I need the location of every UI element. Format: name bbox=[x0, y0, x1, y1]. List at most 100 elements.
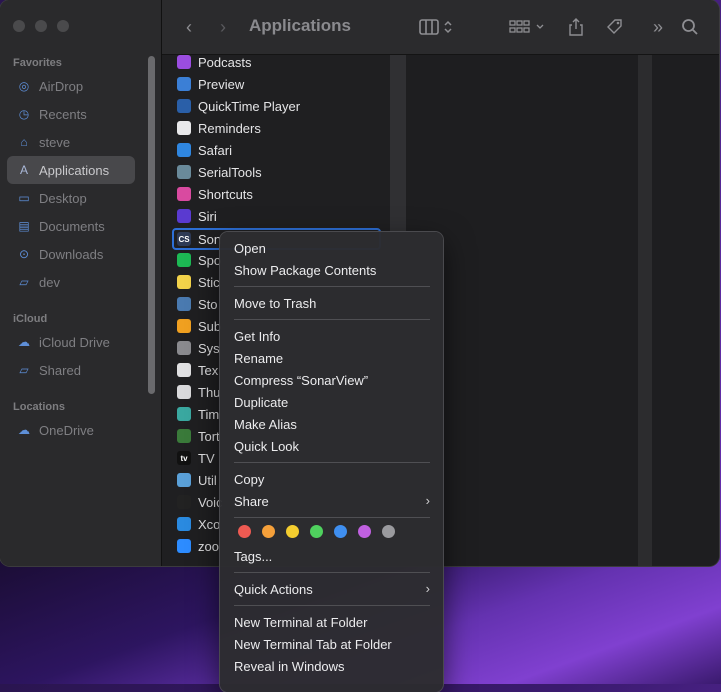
file-item[interactable]: tv TV bbox=[177, 447, 215, 469]
tag-color-dot[interactable] bbox=[262, 525, 275, 538]
file-item[interactable]: Reminders bbox=[177, 117, 261, 139]
menu-item-label: Duplicate bbox=[234, 394, 289, 410]
sidebar-item-dev[interactable]: ▱ dev bbox=[7, 268, 135, 296]
menu-item-new-terminal-tab-at-folder[interactable]: New Terminal Tab at Folder bbox=[234, 633, 430, 655]
file-name: Tim bbox=[198, 406, 220, 422]
app-icon bbox=[177, 539, 191, 553]
menu-item-label: Rename bbox=[234, 350, 284, 366]
file-item[interactable]: Util bbox=[177, 469, 217, 491]
file-item[interactable]: Preview bbox=[177, 73, 244, 95]
app-icon bbox=[177, 363, 191, 377]
sidebar-item-label: Desktop bbox=[39, 190, 87, 206]
file-item[interactable]: Tort bbox=[177, 425, 220, 447]
close-window-button[interactable] bbox=[13, 20, 25, 32]
app-icon bbox=[177, 473, 191, 487]
sidebar-item-downloads[interactable]: ⊙ Downloads bbox=[7, 240, 135, 268]
menu-item-reveal-in-windows[interactable]: Reveal in Windows bbox=[234, 655, 430, 677]
share-button[interactable] bbox=[564, 14, 588, 40]
menu-item-compress-sonarview[interactable]: Compress “SonarView” bbox=[234, 369, 430, 391]
app-icon bbox=[177, 495, 191, 509]
menu-item-rename[interactable]: Rename bbox=[234, 347, 430, 369]
app-icon bbox=[177, 341, 191, 355]
sidebar-item-onedrive[interactable]: ☁ OneDrive bbox=[7, 416, 135, 444]
columns-view-icon bbox=[419, 19, 452, 35]
sidebar-item-label: OneDrive bbox=[39, 422, 94, 438]
sidebar-item-applications[interactable]: A Applications bbox=[7, 156, 135, 184]
sidebar-item-steve[interactable]: ⌂ steve bbox=[7, 128, 135, 156]
menu-item-label: Open bbox=[234, 240, 266, 256]
file-item[interactable]: SerialTools bbox=[177, 161, 262, 183]
sidebar-item-shared[interactable]: ▱ Shared bbox=[7, 356, 135, 384]
tag-color-dot[interactable] bbox=[334, 525, 347, 538]
menu-item-make-alias[interactable]: Make Alias bbox=[234, 413, 430, 435]
chevron-left-icon: ‹ bbox=[186, 16, 192, 37]
file-name: Sto bbox=[198, 296, 218, 312]
menu-item-move-to-trash[interactable]: Move to Trash bbox=[234, 292, 430, 314]
file-item[interactable]: Sto bbox=[177, 293, 218, 315]
menu-item-get-info[interactable]: Get Info bbox=[234, 325, 430, 347]
menu-item-label: Make Alias bbox=[234, 416, 297, 432]
file-name: Tex bbox=[198, 362, 219, 378]
minimize-window-button[interactable] bbox=[35, 20, 47, 32]
file-item[interactable]: Stic bbox=[177, 271, 220, 293]
sidebar-item-recents[interactable]: ◷ Recents bbox=[7, 100, 135, 128]
tag-color-dot[interactable] bbox=[286, 525, 299, 538]
sidebar: Favorites ◎ AirDrop ◷ Recents ⌂ steve A Applicat… bbox=[0, 0, 162, 566]
file-item[interactable]: Tex bbox=[177, 359, 218, 381]
app-icon: CS bbox=[177, 232, 191, 246]
back-button[interactable]: ‹ bbox=[176, 14, 202, 40]
menu-item-quick-look[interactable]: Quick Look bbox=[234, 435, 430, 457]
file-item[interactable]: zoo bbox=[177, 535, 219, 557]
more-toolbar-button[interactable]: » bbox=[646, 14, 670, 40]
tag-button[interactable] bbox=[602, 14, 628, 40]
tag-color-dot[interactable] bbox=[382, 525, 395, 538]
file-item[interactable]: Xco bbox=[177, 513, 220, 535]
menu-item-label: Copy bbox=[234, 471, 265, 487]
menu-item-open[interactable]: Open bbox=[234, 237, 430, 259]
file-item[interactable]: Spo bbox=[177, 249, 221, 271]
menu-item-label: Tags... bbox=[234, 548, 273, 564]
group-button[interactable] bbox=[506, 14, 550, 40]
sidebar-item-label: AirDrop bbox=[39, 78, 84, 94]
sidebar-item-desktop[interactable]: ▭ Desktop bbox=[7, 184, 135, 212]
menu-item-tags[interactable]: Tags... bbox=[234, 545, 430, 567]
menu-separator bbox=[234, 462, 430, 463]
file-item[interactable]: Safari bbox=[177, 139, 232, 161]
file-name: Reminders bbox=[198, 120, 261, 136]
zoom-window-button[interactable] bbox=[57, 20, 69, 32]
menu-separator bbox=[234, 605, 430, 606]
file-item[interactable]: Thu bbox=[177, 381, 220, 403]
sidebar-item-documents[interactable]: ▤ Documents bbox=[7, 212, 135, 240]
menu-item-share[interactable]: Share › bbox=[234, 490, 430, 512]
menu-item-copy[interactable]: Copy bbox=[234, 468, 430, 490]
tag-color-dot[interactable] bbox=[358, 525, 371, 538]
tag-color-dot[interactable] bbox=[238, 525, 251, 538]
file-name: Son bbox=[198, 231, 222, 247]
column-divider[interactable] bbox=[638, 55, 652, 566]
menu-item-duplicate[interactable]: Duplicate bbox=[234, 391, 430, 413]
file-name: Siri bbox=[198, 208, 217, 224]
file-item[interactable]: Podcasts bbox=[177, 51, 251, 73]
forward-button[interactable]: › bbox=[210, 14, 236, 40]
file-item[interactable]: Tim bbox=[177, 403, 219, 425]
file-item[interactable]: Voic bbox=[177, 491, 223, 513]
menu-item-show-package-contents[interactable]: Show Package Contents bbox=[234, 259, 430, 281]
file-item[interactable]: Shortcuts bbox=[177, 183, 253, 205]
cloud-icon: ☁ bbox=[18, 335, 30, 349]
sidebar-item-airdrop[interactable]: ◎ AirDrop bbox=[7, 72, 135, 100]
file-item[interactable]: Siri bbox=[177, 205, 217, 227]
sidebar-scrollbar[interactable] bbox=[148, 56, 155, 394]
view-mode-button[interactable] bbox=[416, 14, 456, 40]
sidebar-section-icloud: iCloud bbox=[13, 313, 48, 325]
file-item[interactable]: Sys bbox=[177, 337, 220, 359]
tag-color-dot[interactable] bbox=[310, 525, 323, 538]
file-item[interactable]: QuickTime Player bbox=[177, 95, 300, 117]
app-icon bbox=[177, 165, 191, 179]
search-button[interactable] bbox=[678, 14, 702, 40]
file-name: Voic bbox=[198, 494, 223, 510]
menu-item-new-terminal-at-folder[interactable]: New Terminal at Folder bbox=[234, 611, 430, 633]
sidebar-item-icloud-drive[interactable]: ☁ iCloud Drive bbox=[7, 328, 135, 356]
chevron-right-icon: › bbox=[425, 581, 430, 596]
menu-item-quick-actions[interactable]: Quick Actions › bbox=[234, 578, 430, 600]
file-item[interactable]: Sub bbox=[177, 315, 221, 337]
